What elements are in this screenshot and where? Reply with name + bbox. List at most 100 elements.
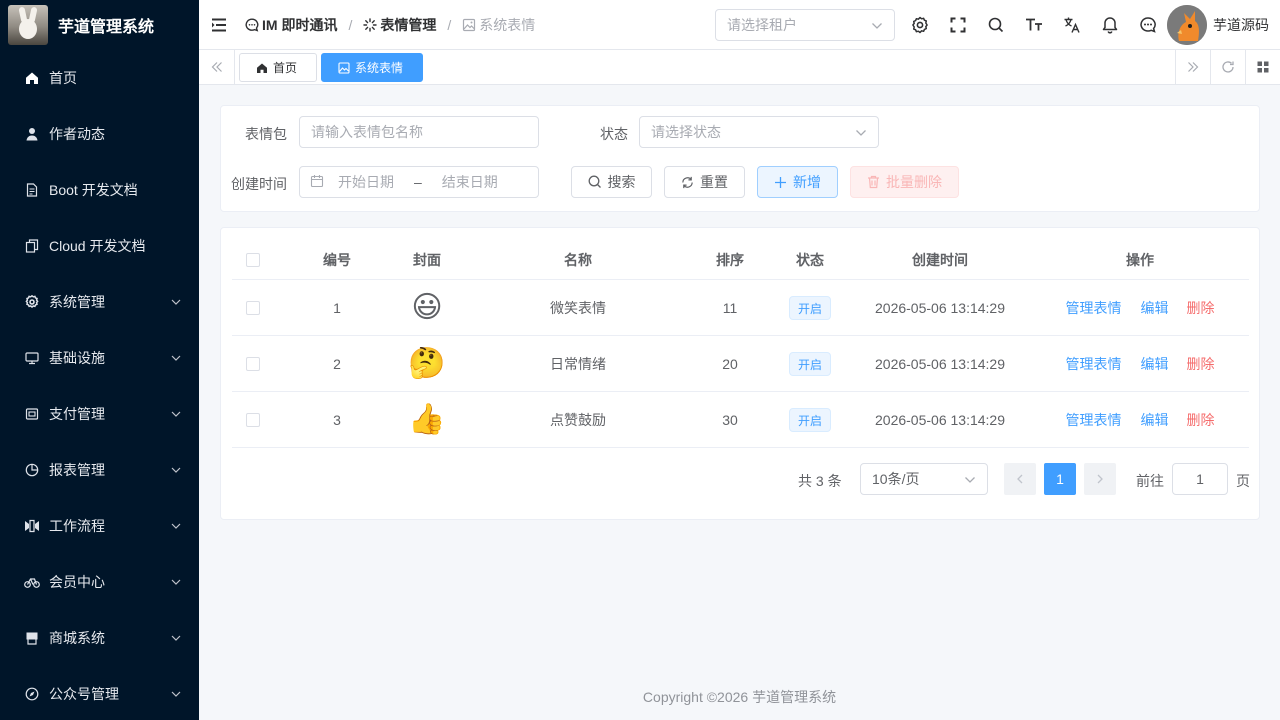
goto-page-input[interactable]: 1: [1172, 463, 1228, 495]
font-size-icon[interactable]: [1015, 0, 1053, 50]
end-date-placeholder: 结束日期: [441, 174, 498, 190]
pack-name-input[interactable]: 请输入表情包名称: [299, 116, 539, 148]
created-time-label: 创建时间: [231, 176, 287, 192]
search-button[interactable]: 搜索: [571, 166, 652, 198]
compass-icon: [24, 686, 40, 702]
table-header: 编号 封面 名称 排序 状态 创建时间 操作: [232, 240, 1249, 280]
plus-icon: [774, 176, 787, 189]
next-page-button[interactable]: [1084, 463, 1116, 495]
manage-emoji-link[interactable]: 管理表情: [1066, 354, 1122, 374]
chevron-down-icon: [855, 124, 867, 140]
pagination-total: 共 3 条: [798, 473, 842, 489]
fullscreen-icon[interactable]: [939, 0, 977, 50]
name-cell: 点赞鼓励: [550, 412, 606, 428]
flow-icon: [24, 518, 40, 534]
edit-link[interactable]: 编辑: [1141, 410, 1169, 430]
column-header: 操作: [1126, 252, 1154, 268]
refresh-icon[interactable]: [1210, 50, 1245, 84]
trash-icon: [867, 175, 880, 189]
sidebar-item-label: 报表管理: [49, 462, 105, 478]
sidebar-item-3[interactable]: Cloud 开发文档: [0, 218, 199, 274]
sidebar-item-8[interactable]: 工作流程: [0, 498, 199, 554]
row-checkbox[interactable]: [246, 413, 260, 427]
manage-emoji-link[interactable]: 管理表情: [1066, 410, 1122, 430]
delete-link[interactable]: 删除: [1187, 410, 1215, 430]
app-title: 芋道管理系统: [58, 19, 155, 36]
logo-image: [8, 5, 48, 45]
refresh-icon: [681, 176, 694, 189]
search-icon[interactable]: [977, 0, 1015, 50]
chevron-down-icon: [171, 521, 181, 531]
breadcrumb-item-emoji[interactable]: 表情管理: [363, 15, 436, 35]
sidebar-item-1[interactable]: 作者动态: [0, 106, 199, 162]
home-icon: [256, 62, 268, 74]
sidebar-item-2[interactable]: Boot 开发文档: [0, 162, 199, 218]
chevron-down-icon: [171, 577, 181, 587]
page-size-select[interactable]: 10条/页: [860, 463, 988, 495]
chevron-right-icon: [1096, 471, 1104, 487]
logo[interactable]: 芋道管理系统: [0, 0, 199, 50]
id-cell: 1: [333, 300, 341, 316]
created-cell: 2026-05-06 13:14:29: [875, 300, 1005, 316]
status-badge: 开启: [788, 408, 831, 432]
collapse-menu-icon[interactable]: [199, 0, 239, 50]
breadcrumb-item-system-emoji: 系统表情: [462, 15, 535, 35]
select-cell: [232, 392, 274, 448]
delete-link[interactable]: 删除: [1187, 298, 1215, 318]
cover-cell: 👍: [382, 392, 472, 448]
sidebar-item-label: 系统管理: [49, 294, 105, 310]
search-button-label: 搜索: [607, 174, 636, 190]
username: 芋道源码: [1213, 17, 1269, 33]
status-cell: 开启: [776, 336, 844, 392]
row-checkbox[interactable]: [246, 357, 260, 371]
select-cell: [232, 280, 274, 336]
reset-button[interactable]: 重置: [664, 166, 745, 198]
grid-menu-icon[interactable]: [1245, 50, 1280, 84]
row-checkbox[interactable]: [246, 301, 260, 315]
date-range-picker[interactable]: 开始日期 – 结束日期: [299, 166, 539, 198]
tab-home[interactable]: 首页: [239, 53, 317, 82]
sidebar-item-label: 基础设施: [49, 350, 105, 366]
batch-delete-button[interactable]: 批量删除: [850, 166, 959, 198]
scroll-right-icon[interactable]: [1175, 50, 1210, 84]
tenant-select[interactable]: 请选择租户: [715, 9, 895, 41]
edit-link[interactable]: 编辑: [1141, 354, 1169, 374]
sort-cell: 11: [722, 300, 738, 316]
column-header: 编号: [323, 252, 351, 268]
sidebar-item-0[interactable]: 首页: [0, 50, 199, 106]
chat-bubble-icon[interactable]: [1129, 0, 1167, 50]
manage-emoji-link[interactable]: 管理表情: [1066, 298, 1122, 318]
batch-delete-button-label: 批量删除: [886, 174, 942, 190]
breadcrumb-item-im[interactable]: IM 即时通讯: [245, 15, 337, 35]
gear-icon[interactable]: [901, 0, 939, 50]
home-icon: [24, 70, 40, 86]
add-button[interactable]: 新增: [757, 166, 838, 198]
delete-link[interactable]: 删除: [1187, 354, 1215, 374]
edit-link[interactable]: 编辑: [1141, 298, 1169, 318]
sidebar-item-5[interactable]: 基础设施: [0, 330, 199, 386]
sidebar-item-7[interactable]: 报表管理: [0, 442, 199, 498]
sidebar-item-10[interactable]: 商城系统: [0, 610, 199, 666]
shop-icon: [24, 630, 40, 646]
range-separator: –: [414, 174, 422, 190]
reset-button-label: 重置: [700, 174, 728, 190]
scroll-left-icon[interactable]: [199, 50, 235, 84]
sidebar-item-11[interactable]: 公众号管理: [0, 666, 199, 720]
user-menu[interactable]: 芋道源码: [1167, 5, 1269, 45]
table-row: 2 🤔 日常情绪 20 开启 2026-05-06 13:14:29 管理表情 编辑 删除: [232, 336, 1249, 392]
select-all-checkbox[interactable]: [246, 253, 260, 267]
prev-page-button[interactable]: [1004, 463, 1036, 495]
breadcrumb-label: 系统表情: [479, 16, 536, 33]
cover-cell: 😃: [382, 280, 472, 336]
sidebar-item-6[interactable]: 支付管理: [0, 386, 199, 442]
sidebar-item-label: 公众号管理: [49, 686, 119, 702]
bell-icon[interactable]: [1091, 0, 1129, 50]
translate-icon[interactable]: [1053, 0, 1091, 50]
tab-system-emoji[interactable]: 系统表情: [321, 53, 423, 82]
created-cell: 2026-05-06 13:14:29: [875, 356, 1005, 372]
page-number-button[interactable]: 1: [1044, 463, 1076, 495]
sidebar-item-9[interactable]: 会员中心: [0, 554, 199, 610]
sidebar-item-4[interactable]: 系统管理: [0, 274, 199, 330]
column-header: 状态: [796, 252, 824, 268]
status-select[interactable]: 请选择状态: [639, 116, 879, 148]
